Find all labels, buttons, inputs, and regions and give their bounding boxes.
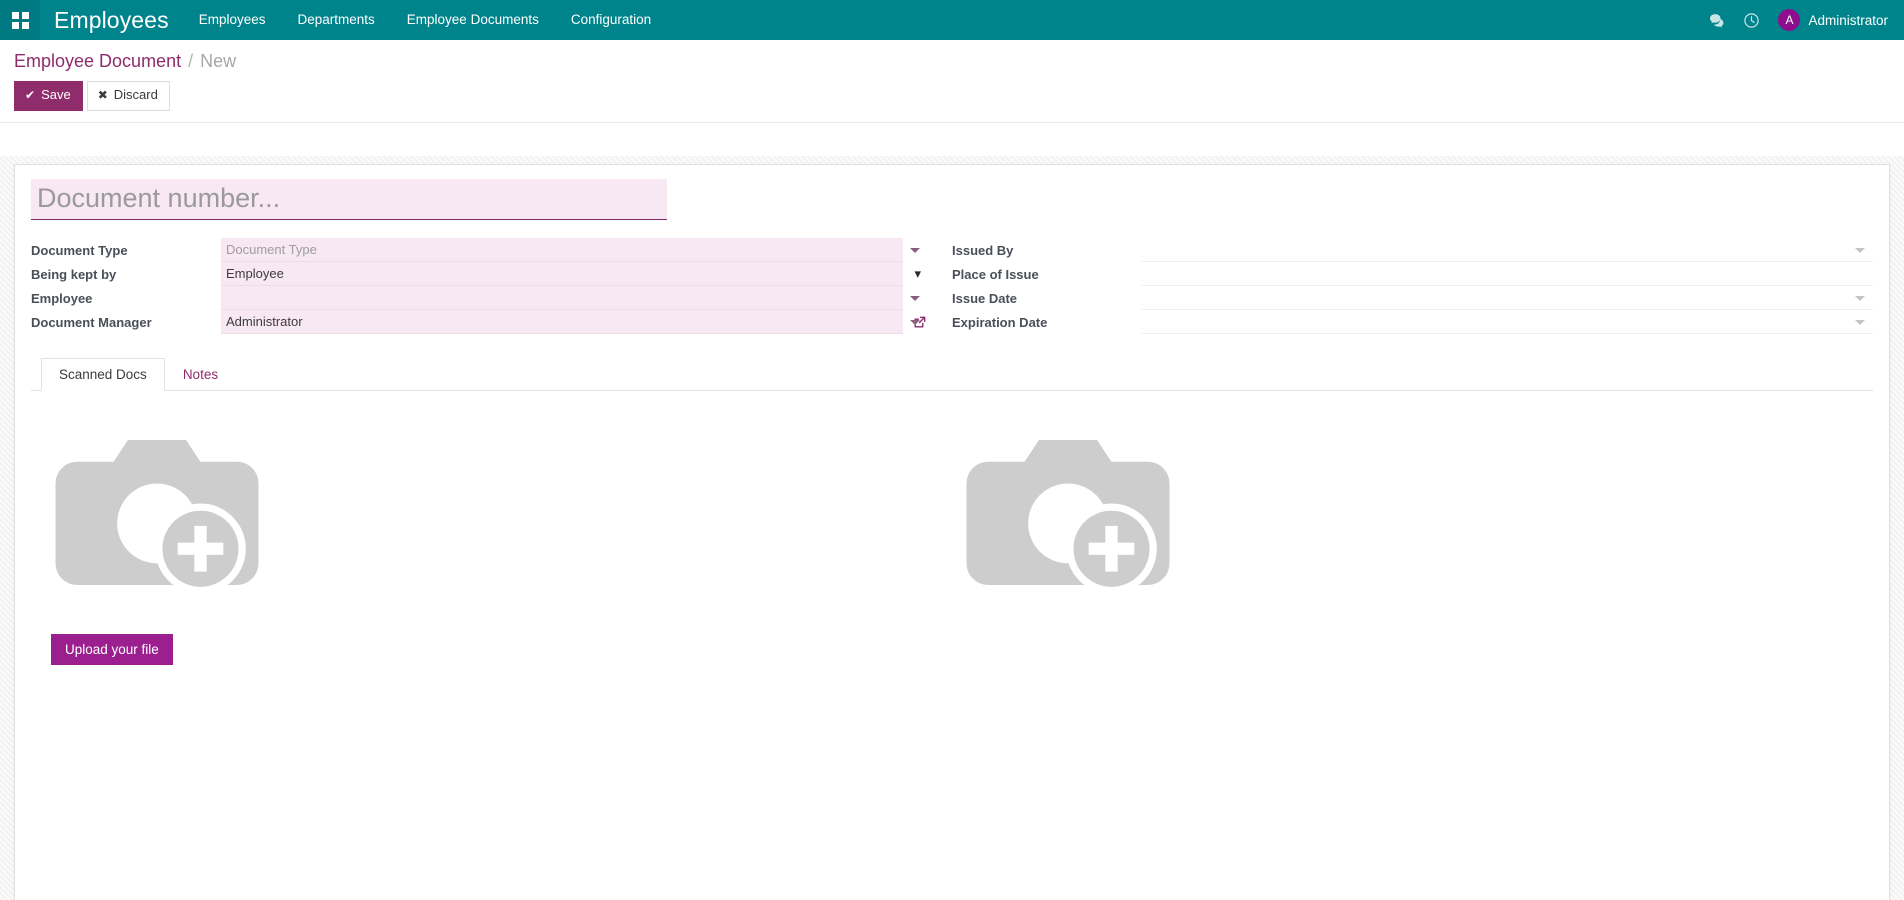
label-document-manager: Document Manager <box>31 310 221 334</box>
menu-item-configuration[interactable]: Configuration <box>555 0 667 40</box>
close-icon: ✖ <box>98 88 108 104</box>
field-row-place-of-issue: Place of Issue <box>952 262 1873 286</box>
label-being-kept-by: Being kept by <box>31 262 221 286</box>
document-title-row <box>31 179 1873 224</box>
menu-item-employee-documents[interactable]: Employee Documents <box>391 0 555 40</box>
label-issued-by: Issued By <box>952 238 1142 262</box>
chevron-down-icon <box>910 296 920 301</box>
expiration-date-input[interactable] <box>1142 310 1873 334</box>
breadcrumb: Employee Document / New <box>14 40 1890 72</box>
field-row-being-kept-by: Being kept by Employee Company ▾ <box>31 262 928 286</box>
being-kept-by-select[interactable]: Employee Company <box>221 262 903 286</box>
app-brand-employees[interactable]: Employees <box>40 7 183 34</box>
document-type-input[interactable] <box>221 238 903 262</box>
tab-scanned-docs[interactable]: Scanned Docs <box>41 358 165 391</box>
top-navbar: Employees Employees Departments Employee… <box>0 0 1904 40</box>
form-group-right: Issued By Place of Issue <box>952 238 1873 334</box>
notebook: Scanned Docs Notes <box>31 358 1873 665</box>
label-document-type: Document Type <box>31 238 221 262</box>
camera-add-icon <box>41 425 273 600</box>
check-icon: ✔ <box>25 88 35 104</box>
form-background: Document Type Being kept by <box>0 156 1904 900</box>
control-panel: Employee Document / New ✔ Save ✖ Discard <box>0 40 1904 123</box>
form-sheet: Document Type Being kept by <box>14 164 1890 900</box>
messages-button[interactable] <box>1700 0 1734 40</box>
chevron-down-icon: ▾ <box>914 267 921 280</box>
field-row-issue-date: Issue Date <box>952 286 1873 310</box>
main-menu: Employees Departments Employee Documents… <box>183 0 667 40</box>
document-number-input[interactable] <box>31 179 667 220</box>
scanned-docs-image-row <box>41 413 1863 600</box>
field-row-document-type: Document Type <box>31 238 928 262</box>
form-groups: Document Type Being kept by <box>31 238 1873 334</box>
issue-date-input[interactable] <box>1142 286 1873 310</box>
employee-input[interactable] <box>221 286 903 310</box>
breadcrumb-root[interactable]: Employee Document <box>14 51 181 72</box>
save-button-label: Save <box>41 87 71 104</box>
record-action-buttons: ✔ Save ✖ Discard <box>14 72 1890 122</box>
menu-item-employees[interactable]: Employees <box>183 0 282 40</box>
field-row-employee: Employee <box>31 286 928 310</box>
menu-item-departments[interactable]: Departments <box>281 0 390 40</box>
notebook-tabs: Scanned Docs Notes <box>31 358 1873 391</box>
field-row-issued-by: Issued By <box>952 238 1873 262</box>
upload-your-file-button[interactable]: Upload your file <box>51 634 173 665</box>
field-row-document-manager: Document Manager <box>31 310 928 334</box>
apps-menu-button[interactable] <box>0 0 40 40</box>
label-employee: Employee <box>31 286 221 310</box>
navbar-systray: A Administrator <box>1700 0 1904 40</box>
place-of-issue-input[interactable] <box>1142 262 1873 286</box>
discard-button[interactable]: ✖ Discard <box>87 81 170 111</box>
camera-add-icon <box>952 425 1184 600</box>
user-menu[interactable]: A Administrator <box>1768 0 1894 40</box>
tab-notes[interactable]: Notes <box>165 358 236 391</box>
tab-panel-scanned-docs: Upload your file <box>31 391 1873 665</box>
avatar: A <box>1778 9 1800 31</box>
discard-button-label: Discard <box>114 87 158 104</box>
scanned-doc-slot-2[interactable] <box>952 413 1863 600</box>
label-expiration-date: Expiration Date <box>952 310 1142 334</box>
breadcrumb-current: New <box>200 51 236 72</box>
document-manager-input[interactable] <box>221 310 903 334</box>
save-button[interactable]: ✔ Save <box>14 81 83 111</box>
form-group-left: Document Type Being kept by <box>31 238 952 334</box>
field-row-expiration-date: Expiration Date <box>952 310 1873 334</box>
breadcrumb-separator: / <box>188 51 193 72</box>
apps-grid-icon <box>12 12 29 29</box>
scanned-doc-slot-1[interactable] <box>41 413 952 600</box>
label-place-of-issue: Place of Issue <box>952 262 1142 286</box>
user-name: Administrator <box>1808 13 1888 28</box>
upload-row: Upload your file <box>41 600 1863 665</box>
label-issue-date: Issue Date <box>952 286 1142 310</box>
activities-button[interactable] <box>1734 0 1768 40</box>
chevron-down-icon <box>910 248 920 253</box>
external-link-icon[interactable] <box>911 314 928 331</box>
issued-by-input[interactable] <box>1142 238 1873 262</box>
